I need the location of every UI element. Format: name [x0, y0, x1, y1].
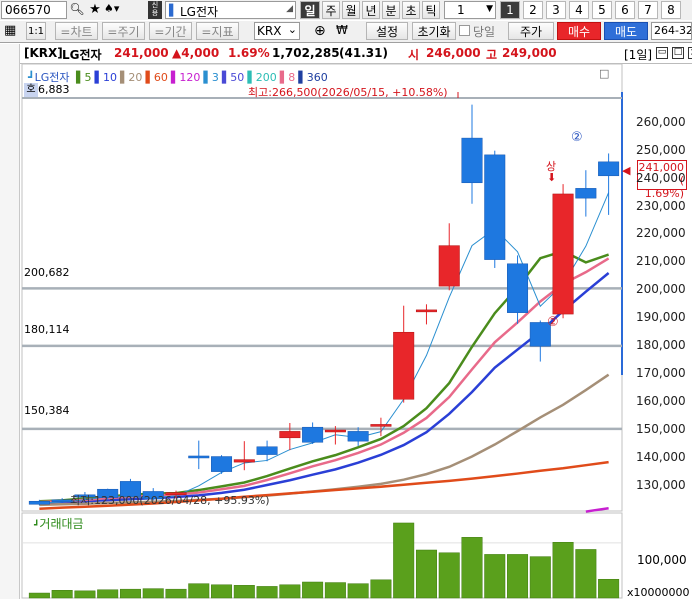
circled-two-red: ② — [547, 315, 559, 330]
legend-ma-60: ▌60 — [145, 71, 168, 84]
candle-body — [484, 154, 506, 260]
volume-bar — [393, 522, 415, 599]
low-annotation: 최저:123,000(2026/04/28, +95.93%) — [70, 494, 270, 507]
y-tick-label: 230,000 — [636, 198, 686, 213]
candle-body — [438, 245, 460, 287]
volume-tick: 100,000 — [637, 553, 687, 567]
legend-ma-20: ▌20 — [119, 71, 143, 84]
y-tick-label: 240,000 — [636, 170, 686, 185]
candle-body — [552, 193, 574, 315]
hline-label-3: 150,384 — [24, 404, 70, 417]
y-tick-label: 220,000 — [636, 226, 686, 241]
y-tick-label: 200,000 — [636, 282, 686, 297]
candle-body — [211, 456, 233, 472]
legend-toggle-icon[interactable]: □ — [599, 67, 609, 80]
volume-bar — [552, 542, 574, 599]
volume-bar — [256, 586, 278, 599]
volume-bar — [484, 554, 506, 599]
ma-legend: ┛LG전자 ▌5 ▌10 ▌20 ▌60 ▌120 ▌3 ▌50 ▌200 ▌8 ▌360 — [28, 69, 328, 84]
legend-ma-3: ▌3 — [203, 71, 219, 84]
candle-body — [347, 431, 369, 442]
y-tick-label: 130,000 — [636, 477, 686, 492]
legend-ma-360: ▌360 — [298, 71, 328, 84]
volume-bar — [188, 583, 210, 599]
price-pointer-icon: ◀ — [622, 164, 631, 177]
candle-body — [324, 429, 346, 433]
legend-ma-50: ▌50 — [221, 71, 245, 84]
volume-title-text: 거래대금 — [39, 517, 84, 531]
y-tick-label: 250,000 — [636, 142, 686, 157]
volume-bar — [507, 554, 529, 599]
volume-bar — [165, 588, 187, 599]
candle-body — [461, 137, 483, 184]
candle-body — [279, 431, 301, 439]
candle-body — [393, 331, 415, 400]
volume-bar — [74, 590, 96, 599]
y-tick-label: 170,000 — [636, 366, 686, 381]
volume-title: ┛거래대금 — [34, 515, 84, 532]
y-tick-label: 260,000 — [636, 114, 686, 129]
volume-bar — [28, 592, 50, 599]
volume-bar — [438, 552, 460, 599]
candle-body — [415, 309, 437, 313]
y-tick-label: 140,000 — [636, 449, 686, 464]
legend-ma-8: ▌8 — [279, 71, 296, 84]
volume-bar — [598, 578, 620, 599]
volume-bar — [279, 584, 301, 599]
chart-window: 066570 🔍︎ ★ ♠▾ 신용 ▌ LG전자 ◢ 일 주 월 년 분 초 틱… — [0, 0, 692, 599]
y-tick-label: 160,000 — [636, 394, 686, 409]
volume-bar — [211, 584, 233, 599]
legend-ma-10: ▌10 — [94, 71, 117, 84]
ma-line-3 — [39, 192, 610, 504]
volume-bar — [119, 588, 141, 599]
volume-bar — [529, 556, 551, 599]
volume-bar — [575, 549, 597, 599]
volume-bar — [324, 582, 346, 599]
circled-two-blue: ② — [571, 130, 583, 145]
volume-unit: x10000000 — [627, 586, 690, 599]
hline-label-2: 180,114 — [24, 323, 70, 336]
high-annotation: 최고:266,500(2026/05/15, +10.58%) — [248, 86, 448, 99]
candle-body — [507, 263, 529, 313]
legend-ma-5: ▌5 — [76, 71, 92, 84]
legend-ma-200: ▌200 — [247, 71, 277, 84]
volume-bar — [97, 589, 119, 599]
y-tick-label: 180,000 — [636, 338, 686, 353]
candle-body — [302, 426, 324, 443]
candle-body — [370, 424, 392, 427]
candle-body — [256, 446, 278, 455]
volume-bar — [461, 537, 483, 599]
top-left-badge: 호 — [24, 83, 38, 97]
candle-body — [575, 188, 597, 199]
legend-ma-120: ▌120 — [170, 71, 201, 84]
volume-bar — [142, 588, 164, 599]
down-arrow-icon: ⬇ — [547, 171, 557, 184]
volume-bar — [233, 585, 255, 599]
volume-bar — [347, 583, 369, 599]
candle-body — [598, 161, 620, 177]
volume-bar — [51, 590, 73, 599]
volume-bar — [370, 579, 392, 599]
candle-body — [233, 459, 255, 463]
candle-body — [188, 455, 210, 459]
volume-bar — [415, 549, 437, 599]
y-tick-label: 190,000 — [636, 310, 686, 325]
top-left-value: 6,883 — [38, 83, 70, 96]
candle-body — [28, 500, 50, 505]
hline-label-1: 200,682 — [24, 266, 70, 279]
y-tick-label: 150,000 — [636, 421, 686, 436]
y-tick-label: 210,000 — [636, 254, 686, 269]
volume-bar — [302, 581, 324, 599]
